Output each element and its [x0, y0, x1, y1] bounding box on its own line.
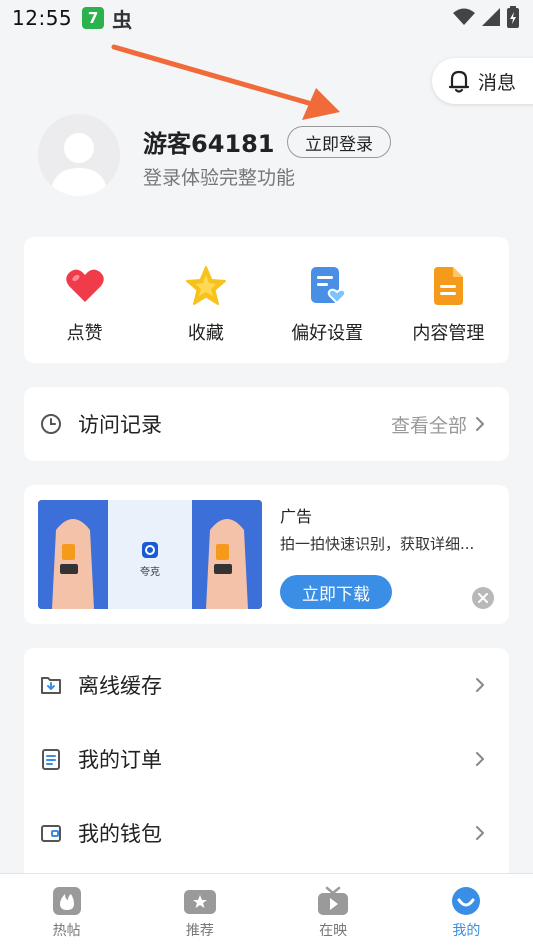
status-indicators: [453, 6, 519, 28]
tab-label: 热帖: [52, 923, 81, 939]
quick-action-preferences[interactable]: 偏好设置: [267, 237, 388, 363]
view-all-link[interactable]: 查看全部: [391, 411, 467, 438]
wallet-icon: [41, 825, 61, 842]
chevron-right-icon: [476, 417, 484, 431]
ad-tag: 广告: [280, 507, 313, 526]
quick-action-label: 内容管理: [412, 323, 485, 344]
status-bar: 12:55 7 虫: [0, 0, 533, 36]
ad-close-button[interactable]: [472, 587, 494, 609]
tab-mine[interactable]: 我的: [400, 874, 533, 947]
quick-action-label: 收藏: [187, 323, 224, 344]
username: 游客64181: [143, 130, 275, 158]
history-row[interactable]: 访问记录 查看全部: [24, 387, 509, 461]
menu-item-orders[interactable]: 我的订单: [24, 722, 509, 796]
quick-action-content-management[interactable]: 内容管理: [388, 237, 509, 363]
menu-item-offline-cache[interactable]: 离线缓存: [24, 648, 509, 722]
order-icon: [42, 749, 60, 770]
ad-image-brand: 夸克: [140, 565, 160, 578]
chevron-right-icon: [476, 826, 484, 840]
tab-label: 在映: [319, 923, 348, 939]
tab-label: 推荐: [185, 923, 214, 939]
chevron-right-icon: [476, 678, 484, 692]
close-icon: [478, 593, 488, 603]
tab-now-showing[interactable]: 在映: [267, 874, 400, 947]
login-hint: 登录体验完整功能: [143, 167, 296, 189]
ad-thumbnail: 夸克: [38, 500, 262, 609]
avatar[interactable]: [38, 114, 120, 196]
tab-label: 我的: [452, 923, 481, 939]
ad-image[interactable]: 夸克: [38, 500, 262, 609]
quick-actions-card: 点赞 收藏 偏好设置 内容管理: [24, 237, 509, 363]
history-title: 访问记录: [78, 413, 162, 437]
chevron-right-icon: [476, 752, 484, 766]
ad-card[interactable]: 夸克 广告 拍一拍快速识别，获取详细... 立即下载: [24, 485, 509, 624]
menu-item-wallet[interactable]: 我的钱包: [24, 796, 509, 870]
menu-list: 离线缓存 我的订单 我的钱包: [24, 648, 509, 888]
recommend-icon: [183, 890, 216, 914]
star-icon: [185, 266, 226, 305]
download-button[interactable]: 立即下载: [280, 575, 392, 609]
wifi-icon: [453, 8, 475, 25]
app-notification-icon: 7: [82, 7, 105, 29]
signal-icon: [482, 8, 500, 26]
document-icon: [434, 267, 464, 305]
heart-icon: [65, 269, 104, 302]
menu-item-label: 我的钱包: [78, 822, 162, 846]
quick-action-like[interactable]: 点赞: [24, 237, 145, 363]
download-folder-icon: [41, 677, 61, 694]
profile-smile-icon: [452, 887, 481, 915]
quick-action-label: 偏好设置: [291, 323, 364, 344]
flame-icon: [52, 887, 81, 915]
preference-icon: [311, 267, 347, 305]
default-avatar-icon: [50, 133, 108, 196]
login-button[interactable]: 立即登录: [287, 126, 391, 158]
bottom-tab-bar: 热帖 推荐 在映 我的: [0, 873, 533, 947]
bug-notification-icon: 虫: [112, 7, 133, 32]
message-button[interactable]: 消息: [432, 58, 533, 104]
quick-action-label: 点赞: [66, 323, 103, 344]
menu-item-label: 我的订单: [78, 748, 162, 772]
bell-icon: [448, 70, 470, 93]
quick-action-favorites[interactable]: 收藏: [145, 237, 266, 363]
status-time: 12:55: [12, 6, 73, 30]
menu-item-label: 离线缓存: [78, 674, 162, 698]
ad-description: 拍一拍快速识别，获取详细...: [280, 535, 475, 553]
battery-icon: [507, 6, 519, 28]
tab-recommend[interactable]: 推荐: [133, 874, 266, 947]
clock-icon: [41, 414, 61, 434]
tab-hot-posts[interactable]: 热帖: [0, 874, 133, 947]
message-label: 消息: [478, 71, 517, 94]
tv-icon: [318, 886, 349, 915]
